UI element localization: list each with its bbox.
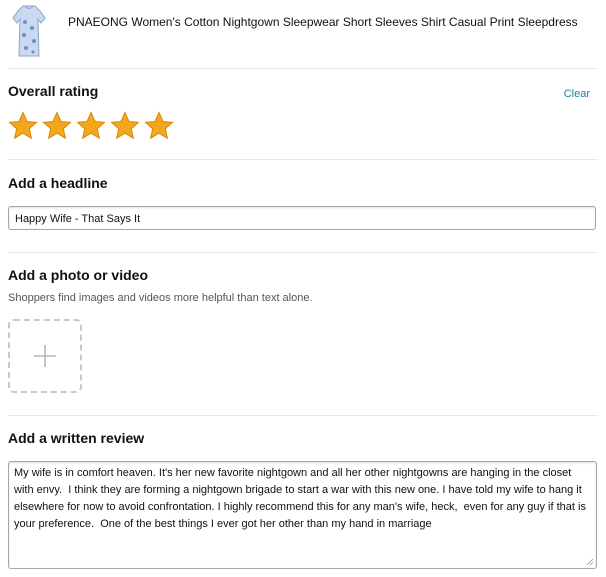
photo-video-helper-text: Shoppers find images and videos more hel… [8, 292, 313, 304]
product-title[interactable]: PNAEONG Women's Cotton Nightgown Sleepwe… [68, 14, 578, 30]
star-icon[interactable] [110, 111, 140, 141]
clear-rating-link[interactable]: Clear [564, 88, 590, 100]
divider [8, 415, 598, 416]
written-review-text: My wife is in comfort heaven. It's her n… [14, 467, 590, 530]
plus-icon [34, 345, 56, 367]
star-icon[interactable] [76, 111, 106, 141]
overall-rating-heading: Overall rating [8, 83, 99, 99]
star-icon[interactable] [144, 111, 174, 141]
add-media-button[interactable] [8, 319, 82, 393]
divider [8, 159, 598, 160]
star-icon[interactable] [42, 111, 72, 141]
product-header: PNAEONG Women's Cotton Nightgown Sleepwe… [10, 4, 606, 62]
star-rating[interactable] [8, 111, 178, 141]
photo-video-heading: Add a photo or video [8, 267, 148, 283]
written-review-textarea[interactable]: My wife is in comfort heaven. It's her n… [8, 461, 597, 569]
star-icon[interactable] [8, 111, 38, 141]
headline-heading: Add a headline [8, 175, 108, 191]
divider [8, 252, 598, 253]
written-review-heading: Add a written review [8, 430, 145, 446]
divider [8, 68, 598, 69]
headline-input[interactable]: Happy Wife - That Says It [8, 206, 596, 230]
resize-handle-icon[interactable] [586, 558, 594, 566]
nightgown-thumbnail-icon [10, 4, 48, 58]
